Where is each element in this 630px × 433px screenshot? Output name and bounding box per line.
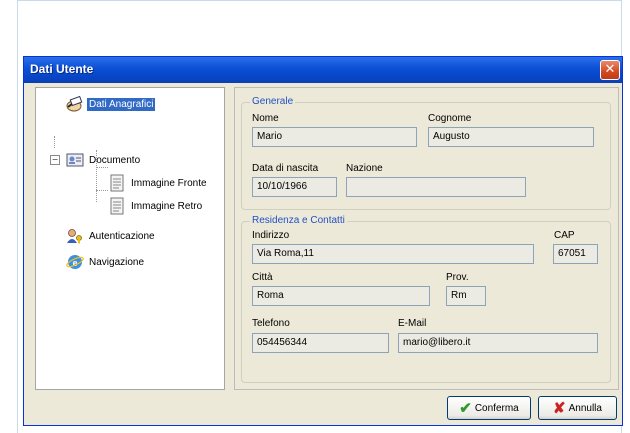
document-icon — [108, 174, 126, 192]
details-panel: Generale Nome Mario Cognome Augusto Data… — [234, 87, 619, 390]
cancel-label: Annulla — [568, 402, 602, 414]
indirizzo-label: Indirizzo — [252, 230, 290, 241]
cap-label: CAP — [554, 230, 575, 241]
users-key-icon — [66, 227, 84, 245]
close-icon: ✕ — [604, 62, 616, 77]
hand-card-icon — [66, 95, 84, 113]
cognome-label: Cognome — [428, 113, 472, 124]
prov-label: Prov. — [446, 272, 469, 283]
ie-globe-icon: e — [66, 253, 84, 271]
tree-expander[interactable]: − — [50, 155, 60, 165]
prov-field[interactable]: Rm — [446, 286, 486, 306]
tree-item-label: Immagine Fronte — [131, 177, 207, 189]
nazione-label: Nazione — [346, 163, 383, 174]
dialog-window: Dati Utente ✕ − Dati Anagrafici Document… — [23, 56, 623, 426]
cap-field[interactable]: 67051 — [553, 244, 598, 264]
email-label: E-Mail — [398, 318, 427, 329]
tree-item-immagine-retro[interactable]: Immagine Retro — [108, 196, 204, 216]
telefono-field[interactable]: 054456344 — [252, 333, 389, 353]
nazione-field[interactable] — [346, 177, 526, 197]
email-field[interactable]: mario@libero.it — [398, 333, 598, 353]
tree-item-label: Navigazione — [89, 256, 145, 268]
close-button[interactable]: ✕ — [600, 60, 620, 80]
data-nascita-label: Data di nascita — [252, 163, 319, 174]
tree-item-label: Documento — [89, 154, 141, 166]
tree-item-label: Dati Anagrafici — [87, 97, 156, 111]
indirizzo-field[interactable]: Via Roma,11 — [252, 244, 534, 264]
window-title: Dati Utente — [30, 62, 94, 76]
tree-connector — [96, 190, 108, 191]
group-generale: Generale Nome Mario Cognome Augusto Data… — [241, 96, 611, 210]
tree-item-dati-anagrafici[interactable]: Dati Anagrafici — [66, 94, 156, 114]
tree-item-immagine-fronte[interactable]: Immagine Fronte — [108, 173, 209, 193]
tree-item-documento[interactable]: Documento — [66, 150, 142, 170]
tree-item-navigazione[interactable]: e Navigazione — [66, 252, 146, 272]
frame-left-line — [17, 0, 18, 433]
confirm-label: Conferma — [474, 402, 519, 414]
telefono-label: Telefono — [252, 318, 290, 329]
id-card-icon — [66, 151, 84, 169]
cognome-field[interactable]: Augusto — [428, 127, 594, 147]
tree-connector — [54, 136, 55, 148]
citta-label: Città — [252, 272, 273, 283]
group-residenza-contatti: Residenza e Contatti Indirizzo Via Roma,… — [241, 215, 611, 383]
data-nascita-field[interactable]: 10/10/1966 — [252, 177, 337, 197]
tree-item-label: Immagine Retro — [131, 200, 203, 212]
nome-field[interactable]: Mario — [252, 127, 417, 147]
navigation-tree: − Dati Anagrafici Documento Immagine Fro… — [35, 87, 225, 390]
group-title: Residenza e Contatti — [250, 215, 347, 226]
tree-item-autenticazione[interactable]: Autenticazione — [66, 226, 157, 246]
confirm-button[interactable]: ✔ Conferma — [447, 396, 531, 420]
tree-item-label: Autenticazione — [89, 230, 155, 242]
nome-label: Nome — [252, 113, 279, 124]
document-icon — [108, 197, 126, 215]
check-icon: ✔ — [459, 400, 472, 417]
citta-field[interactable]: Roma — [252, 286, 430, 306]
title-bar[interactable]: Dati Utente ✕ — [24, 57, 622, 83]
group-title: Generale — [250, 96, 296, 107]
cross-icon: ✘ — [553, 400, 566, 417]
frame-top-line — [17, 0, 622, 1]
cancel-button[interactable]: ✘ Annulla — [538, 396, 617, 420]
